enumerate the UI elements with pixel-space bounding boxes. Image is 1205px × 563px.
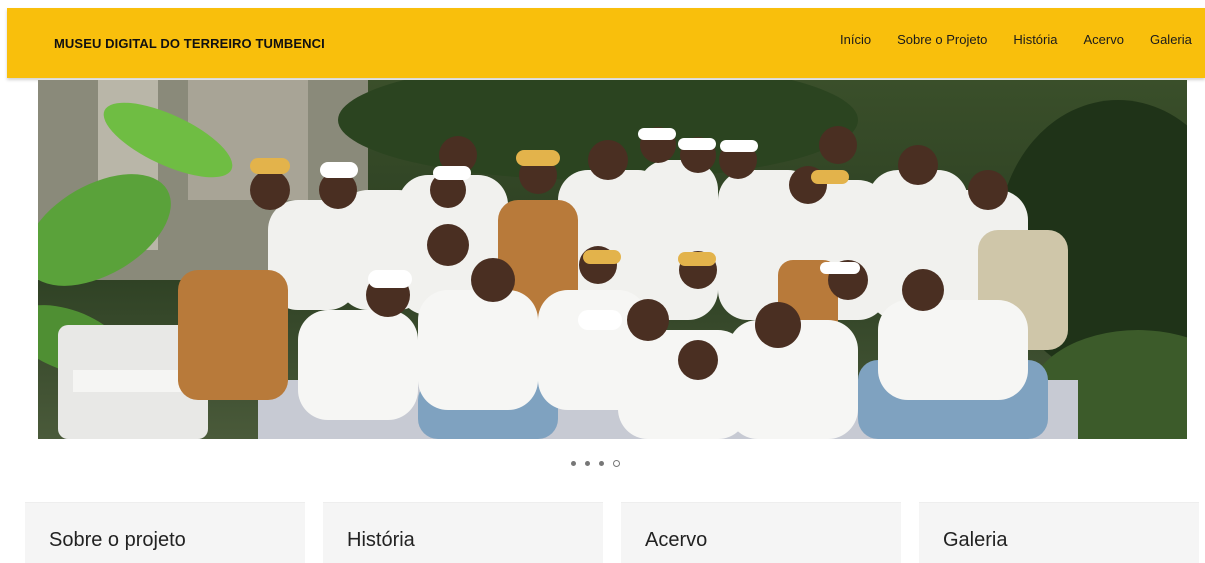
hero-slide-image bbox=[38, 80, 1187, 439]
main-nav: Início Sobre o Projeto História Acervo G… bbox=[840, 32, 1205, 47]
top-strip bbox=[0, 0, 1205, 8]
carousel-dot-3[interactable] bbox=[599, 461, 604, 466]
card-sobre-o-projeto[interactable]: Sobre o projeto bbox=[25, 502, 305, 563]
carousel-dot-1[interactable] bbox=[571, 461, 576, 466]
group-photo-illustration bbox=[38, 80, 1187, 439]
card-title: Acervo bbox=[645, 529, 708, 551]
nav-link-historia[interactable]: História bbox=[1013, 32, 1057, 47]
card-title: Galeria bbox=[943, 529, 1008, 551]
card-title: Sobre o projeto bbox=[49, 529, 186, 551]
card-historia[interactable]: História bbox=[323, 502, 603, 563]
nav-link-inicio[interactable]: Início bbox=[840, 32, 871, 47]
carousel-indicators bbox=[571, 460, 629, 467]
carousel-dot-4-active[interactable] bbox=[613, 460, 620, 467]
card-galeria[interactable]: Galeria bbox=[919, 502, 1199, 563]
site-brand[interactable]: MUSEU DIGITAL DO TERREIRO TUMBENCI bbox=[54, 36, 325, 51]
nav-link-galeria[interactable]: Galeria bbox=[1150, 32, 1192, 47]
card-acervo[interactable]: Acervo bbox=[621, 502, 901, 563]
card-title: História bbox=[347, 529, 415, 551]
nav-link-sobre-o-projeto[interactable]: Sobre o Projeto bbox=[897, 32, 987, 47]
nav-link-acervo[interactable]: Acervo bbox=[1084, 32, 1124, 47]
navbar: MUSEU DIGITAL DO TERREIRO TUMBENCI Iníci… bbox=[7, 8, 1205, 78]
carousel-dot-2[interactable] bbox=[585, 461, 590, 466]
